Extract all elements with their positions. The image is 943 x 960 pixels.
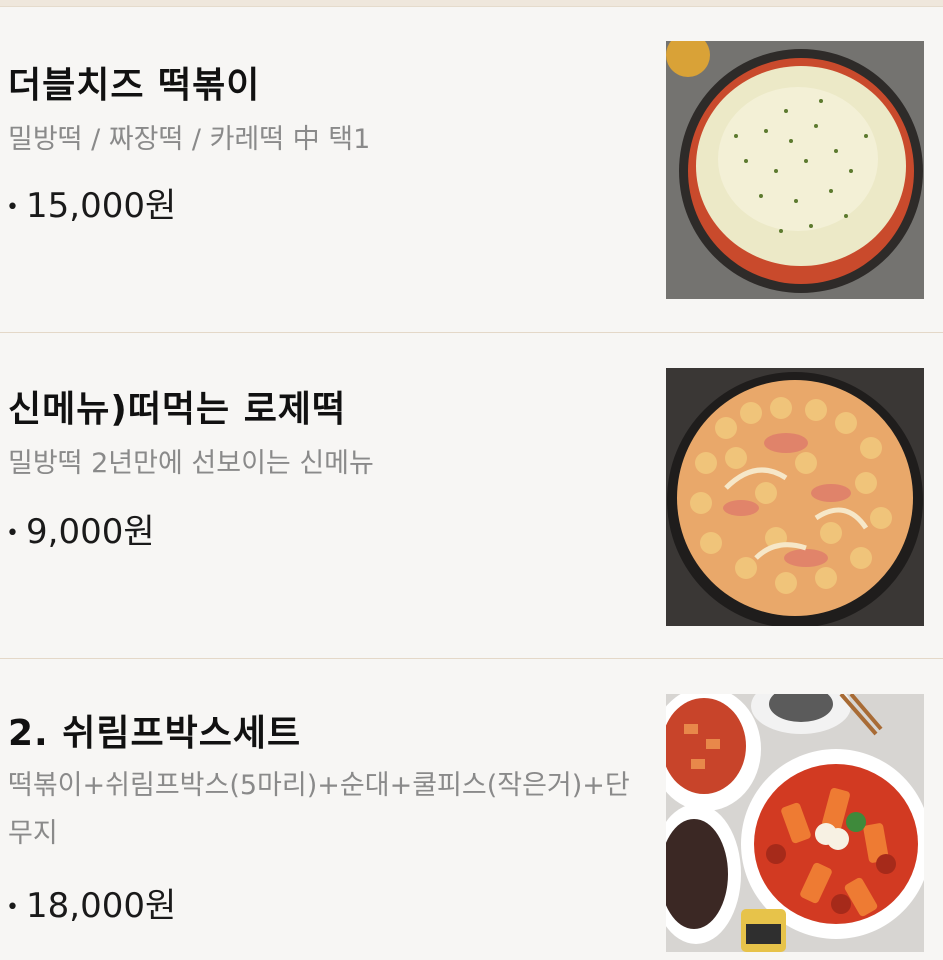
bullet-icon: • xyxy=(6,521,19,546)
menu-item[interactable]: 더블치즈 떡볶이 밀방떡 / 짜장떡 / 카레떡 中 택1 • 15,000원 xyxy=(0,8,943,332)
menu-item-description: 밀방떡 2년만에 선보이는 신메뉴 xyxy=(8,448,374,479)
food-photo-double-cheese[interactable] xyxy=(666,41,924,299)
menu-item[interactable]: 신메뉴)떠먹는 로제떡 밀방떡 2년만에 선보이는 신메뉴 • 9,000원 xyxy=(0,334,943,658)
menu-item-name: 더블치즈 떡볶이 xyxy=(8,65,261,106)
menu-item[interactable]: 2. 쉬림프박스세트 떡볶이+쉬림프박스(5마리)+순대+쿨피스(작은거)+단무… xyxy=(0,660,943,960)
top-border xyxy=(0,0,943,7)
food-photo-shrimp-box-set[interactable] xyxy=(666,694,924,952)
price-value: 18,000원 xyxy=(26,886,177,926)
menu-item-price: • 15,000원 xyxy=(6,178,176,227)
menu-item-price: • 18,000원 xyxy=(6,878,176,927)
price-value: 15,000원 xyxy=(26,186,177,226)
menu-item-name: 신메뉴)떠먹는 로제떡 xyxy=(8,389,347,430)
menu-item-description: 밀방떡 / 짜장떡 / 카레떡 中 택1 xyxy=(8,124,371,155)
price-value: 9,000원 xyxy=(26,512,155,552)
menu-item-name: 2. 쉬림프박스세트 xyxy=(8,713,302,754)
divider xyxy=(0,658,943,659)
food-photo-rose-tteokbokki[interactable] xyxy=(666,368,924,626)
menu-item-description: 떡볶이+쉬림프박스(5마리)+순대+쿨피스(작은거)+단무지 xyxy=(8,770,630,849)
menu-list: 더블치즈 떡볶이 밀방떡 / 짜장떡 / 카레떡 中 택1 • 15,000원 xyxy=(0,0,943,960)
divider xyxy=(0,332,943,333)
bullet-icon: • xyxy=(6,195,19,220)
bullet-icon: • xyxy=(6,895,19,920)
menu-item-price: • 9,000원 xyxy=(6,504,155,553)
